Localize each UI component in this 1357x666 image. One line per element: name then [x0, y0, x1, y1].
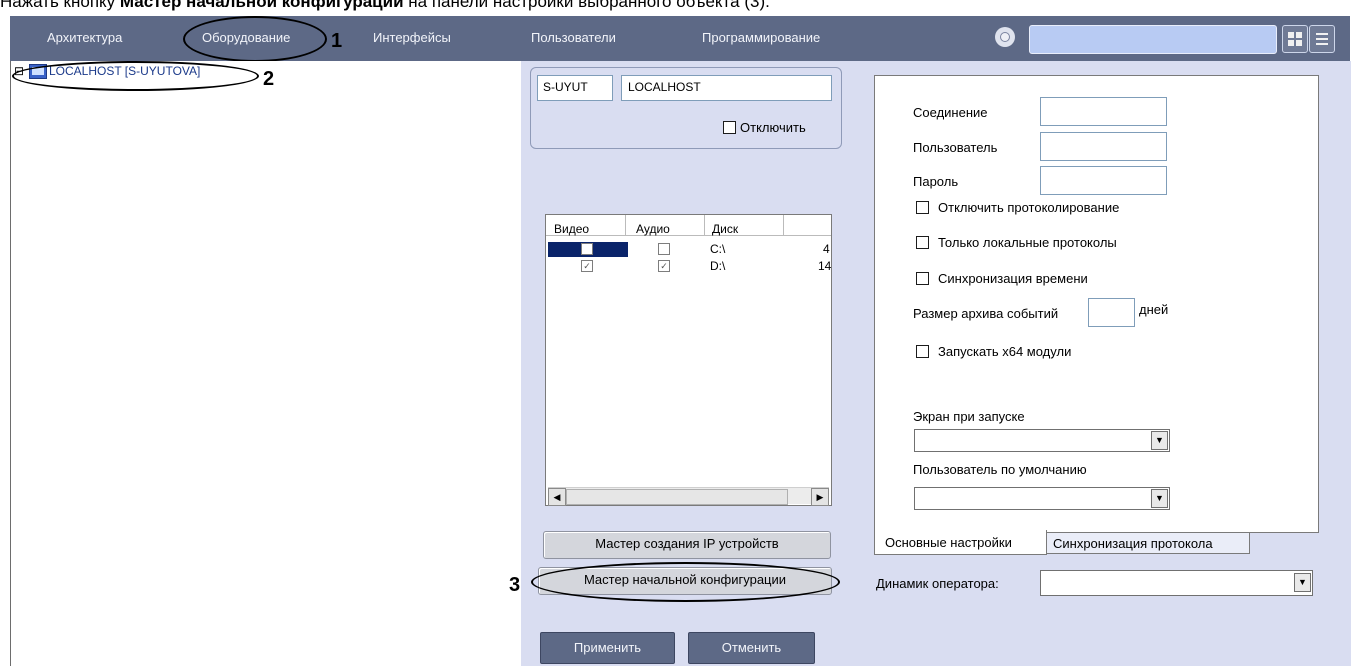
computer-id-value: S-UYUT — [543, 80, 588, 94]
tab-main-settings[interactable]: Основные настройки — [874, 530, 1047, 555]
nav-users[interactable]: Пользователи — [531, 30, 616, 45]
default-user-dropdown[interactable]: ▼ — [914, 487, 1170, 510]
chevron-down-icon[interactable]: ▼ — [1294, 573, 1311, 592]
annotation-number-1: 1 — [331, 30, 343, 52]
instruction-caption: Нажать кнопку Мастер начальной конфигура… — [0, 0, 770, 12]
disk-grid-header: Видео Аудио Диск — [546, 215, 831, 236]
archive-size-field[interactable] — [1088, 298, 1135, 327]
archive-size-label: Размер архива событий — [913, 306, 1059, 321]
run-x64-checkbox[interactable] — [916, 345, 929, 358]
password-field[interactable] — [1040, 166, 1167, 195]
nav-programming[interactable]: Программирование — [702, 30, 820, 45]
audio-checkbox-row1[interactable] — [658, 243, 670, 255]
apply-button[interactable]: Применить — [540, 632, 675, 664]
connection-label: Соединение — [913, 105, 988, 120]
menu-list-icon[interactable] — [1309, 25, 1335, 53]
annotation-number-3: 3 — [509, 574, 521, 596]
tab-main-settings-label: Основные настройки — [885, 535, 1012, 550]
disk-row-selected-cell[interactable] — [548, 242, 628, 257]
disk-extra-row2: 14 — [818, 259, 832, 273]
nav-architecture[interactable]: Архитектура — [47, 30, 122, 45]
nav-interfaces[interactable]: Интерфейсы — [373, 30, 451, 45]
ip-device-wizard-button[interactable]: Мастер создания IP устройств — [543, 531, 831, 559]
col-divider — [704, 215, 705, 235]
operator-speaker-label: Динамик оператора: — [876, 576, 999, 591]
run-x64-label: Запускать x64 модули — [938, 344, 1072, 359]
time-sync-label: Синхронизация времени — [938, 271, 1088, 286]
caption-prefix: Нажать кнопку — [0, 0, 120, 11]
disk-grid-hscrollbar[interactable]: ◀ ▶ — [548, 487, 829, 506]
object-tree-panel: ⊟ LOCALHOST [S-UYUTOVA] — [10, 61, 522, 666]
computer-name-field[interactable]: LOCALHOST — [621, 75, 832, 101]
video-checkbox-row1[interactable] — [581, 243, 593, 255]
disable-logging-label: Отключить протоколирование — [938, 200, 1120, 215]
col-disk-header[interactable]: Диск — [712, 222, 738, 236]
user-label: Пользователь — [913, 140, 998, 155]
local-logs-checkbox[interactable] — [916, 236, 929, 249]
video-checkbox-row2[interactable]: ✓ — [581, 260, 593, 272]
disk-extra-row1: 4 — [823, 242, 830, 256]
annotation-oval-2 — [12, 61, 259, 91]
default-user-label: Пользователь по умолчанию — [913, 462, 1087, 477]
connection-field[interactable] — [1040, 97, 1167, 126]
computer-name-value: LOCALHOST — [628, 80, 701, 94]
local-logs-label: Только локальные протоколы — [938, 235, 1117, 250]
annotation-oval-3 — [531, 562, 840, 602]
col-video-header[interactable]: Видео — [554, 222, 589, 236]
settings-gear-icon[interactable] — [995, 27, 1015, 47]
tab-log-sync-label: Синхронизация протокола — [1053, 536, 1213, 551]
col-divider — [625, 215, 626, 235]
disk-grid: Видео Аудио Диск C:\ 4 ✓ ✓ D:\ 14 ◀ ▶ — [545, 214, 832, 506]
password-label: Пароль — [913, 174, 959, 189]
scroll-right-icon[interactable]: ▶ — [811, 488, 829, 506]
disk-letter-row2: D:\ — [710, 259, 726, 273]
startup-screen-dropdown[interactable]: ▼ — [914, 429, 1170, 452]
cancel-button[interactable]: Отменить — [688, 632, 815, 664]
annotation-number-2: 2 — [263, 68, 275, 90]
disable-label: Отключить — [740, 120, 806, 135]
disable-logging-checkbox[interactable] — [916, 201, 929, 214]
layout-grid-icon[interactable] — [1282, 25, 1308, 53]
operator-speaker-dropdown[interactable]: ▼ — [1040, 570, 1313, 596]
tab-log-sync[interactable]: Синхронизация протокола — [1046, 532, 1250, 554]
caption-suffix: на панели настройки выбранного объекта (… — [403, 0, 770, 11]
scroll-left-icon[interactable]: ◀ — [548, 488, 566, 506]
disk-letter-row1: C:\ — [710, 242, 726, 256]
chevron-down-icon[interactable]: ▼ — [1151, 431, 1168, 450]
scroll-thumb[interactable] — [566, 489, 788, 505]
annotation-oval-1 — [183, 16, 327, 62]
search-input[interactable] — [1029, 25, 1277, 54]
grid-icon-svg — [1288, 32, 1302, 46]
archive-days-label: дней — [1139, 302, 1169, 317]
startup-screen-label: Экран при запуске — [913, 409, 1025, 424]
disable-checkbox[interactable] — [723, 121, 736, 134]
list-icon-svg — [1316, 33, 1328, 45]
time-sync-checkbox[interactable] — [916, 272, 929, 285]
col-audio-header[interactable]: Аудио — [636, 222, 670, 236]
computer-id-field[interactable]: S-UYUT — [537, 75, 613, 101]
col-divider — [783, 215, 784, 235]
caption-bold: Мастер начальной конфигурации — [119, 0, 404, 11]
user-field[interactable] — [1040, 132, 1167, 161]
chevron-down-icon[interactable]: ▼ — [1151, 489, 1168, 508]
gear-center — [1000, 32, 1010, 42]
audio-checkbox-row2[interactable]: ✓ — [658, 260, 670, 272]
